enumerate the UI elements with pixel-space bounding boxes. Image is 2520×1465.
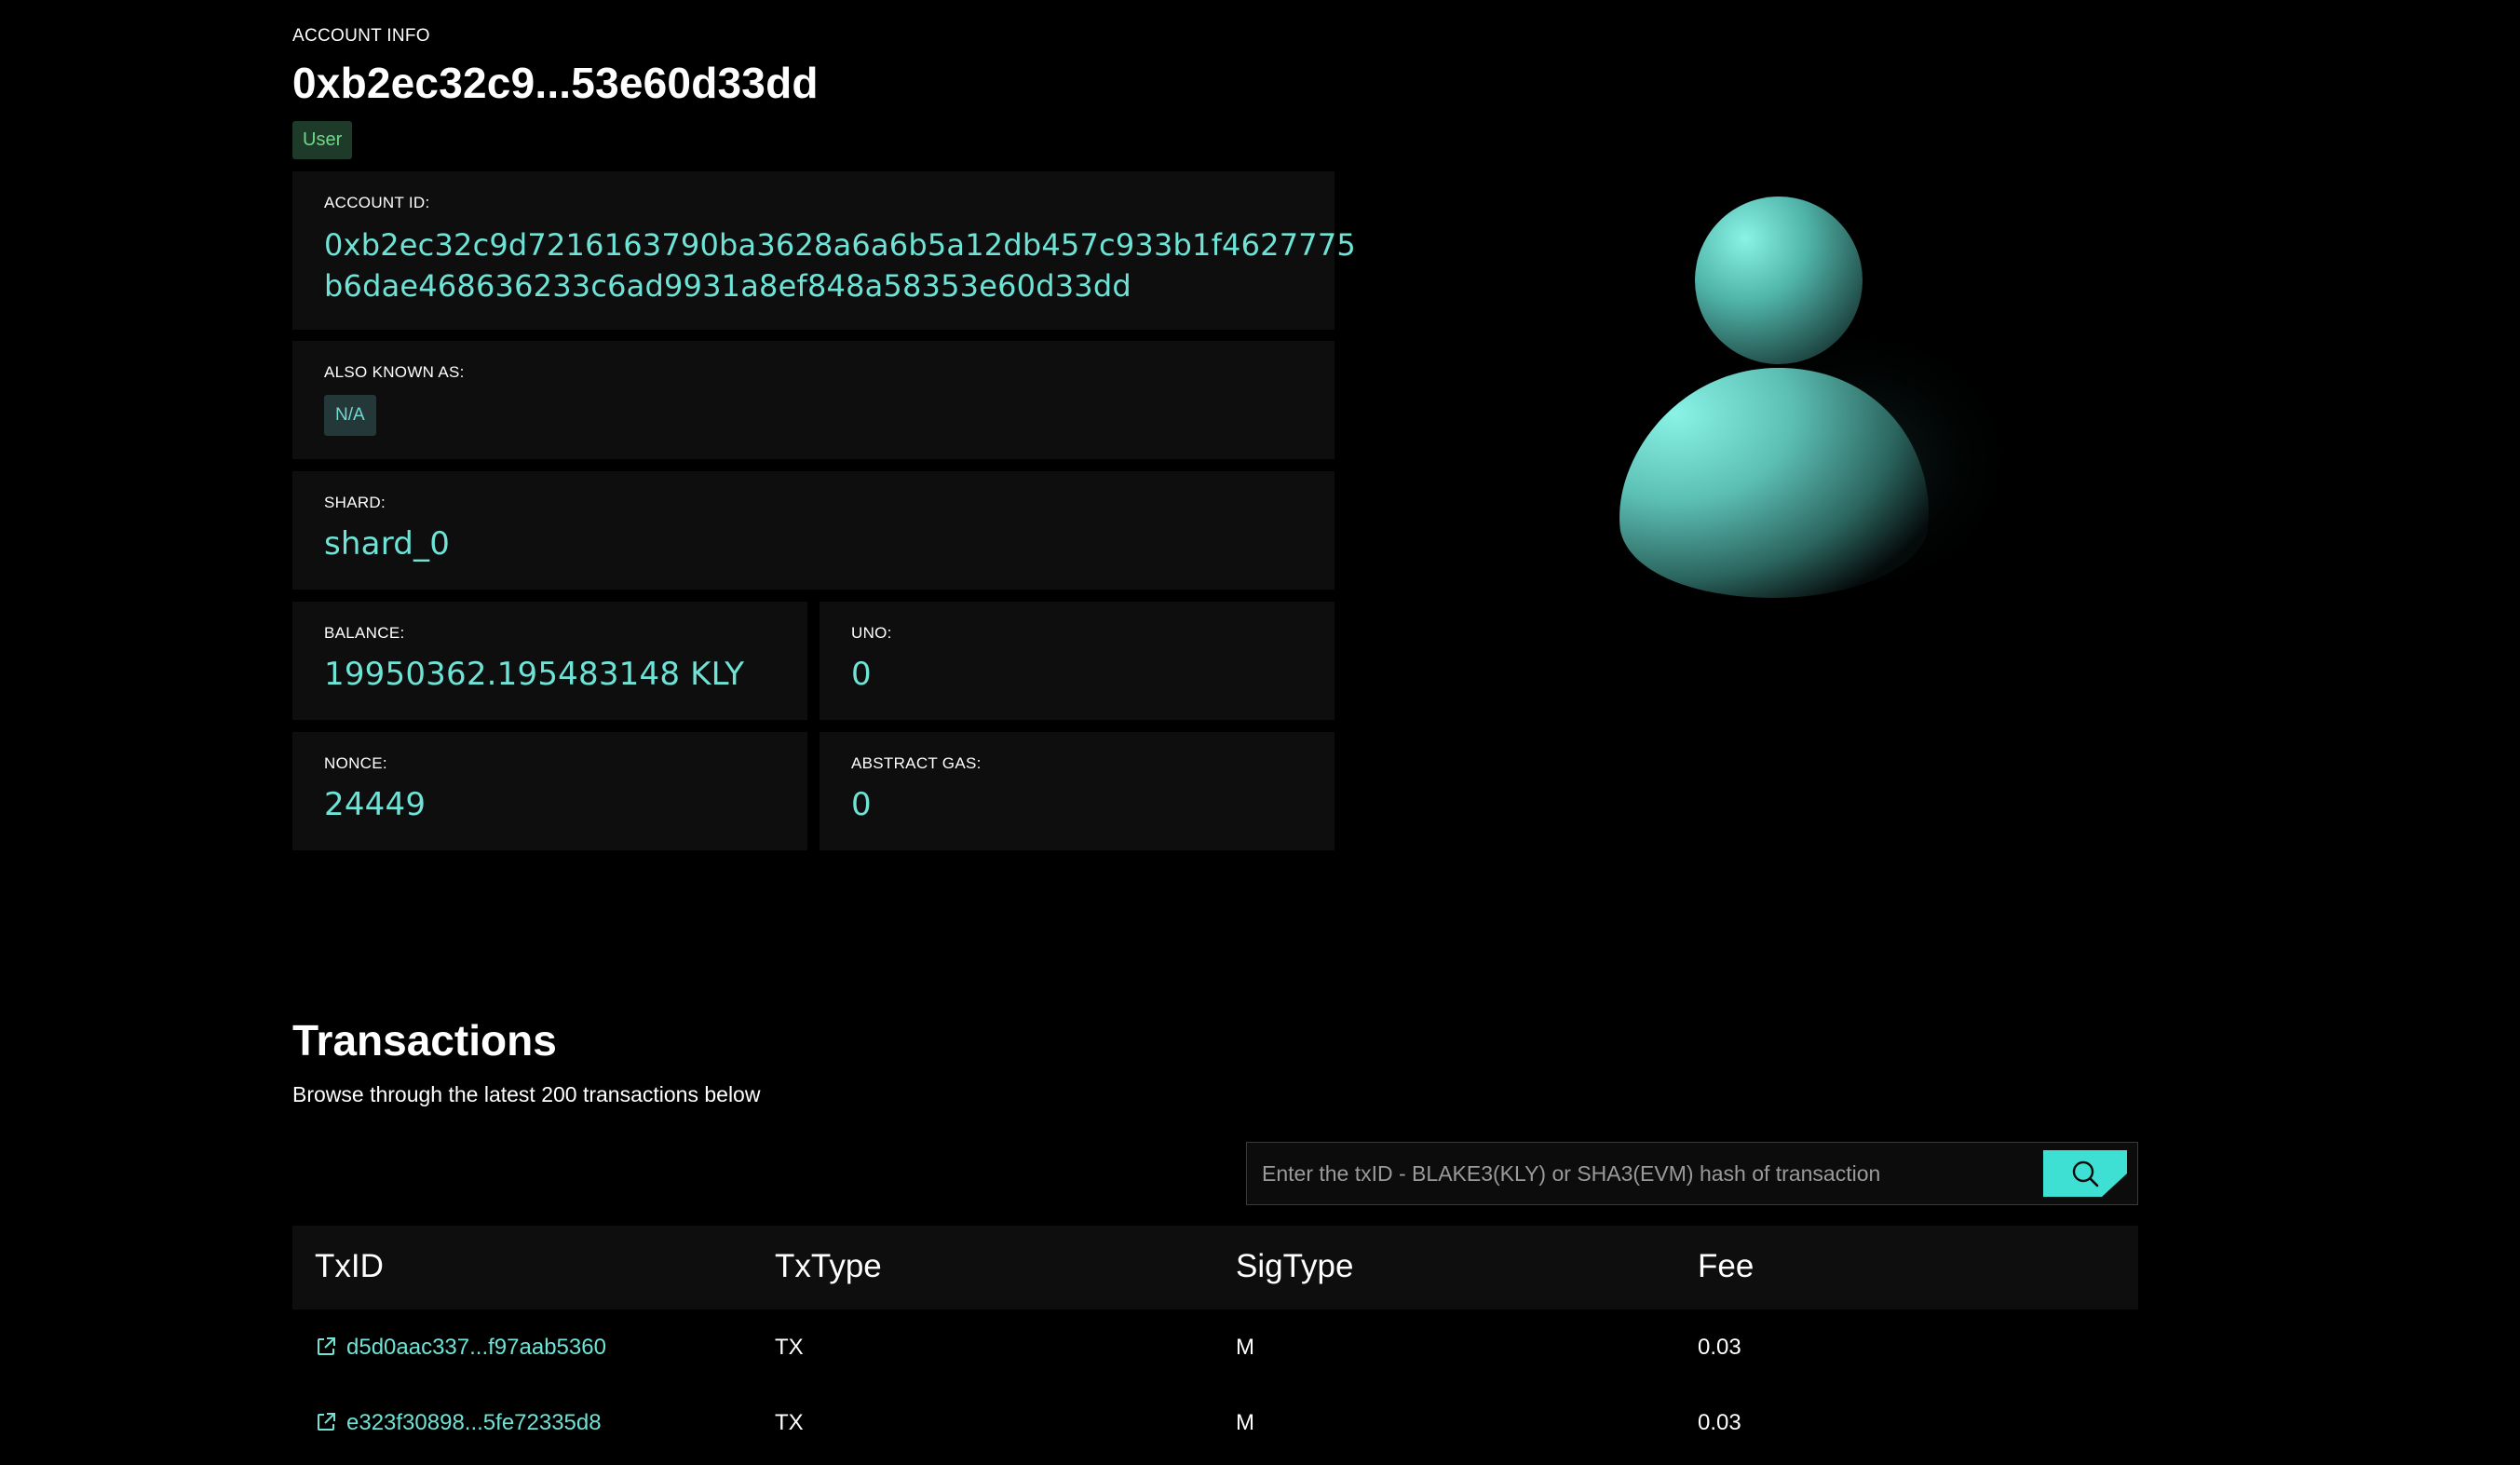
- column-header-txid[interactable]: TxID: [315, 1248, 384, 1285]
- external-link-icon: [318, 1336, 335, 1355]
- fee-cell: 0.03: [1698, 1335, 1741, 1360]
- transactions-subtitle: Browse through the latest 200 transactio…: [292, 1082, 761, 1106]
- abstract-gas-value: 0: [851, 786, 872, 823]
- fee-cell: 0.03: [1698, 1410, 1741, 1435]
- account-id-value-line2: b6dae468636233c6ad9931a8ef848a58353e60d3…: [324, 268, 1131, 304]
- abstract-gas-label: ABSTRACT GAS:: [851, 754, 982, 772]
- table-row: d5d0aac337...f97aab5360 TX M 0.03: [292, 1309, 2138, 1385]
- txtype-cell: TX: [775, 1335, 804, 1360]
- uno-label: UNO:: [851, 624, 892, 642]
- table-row: e323f30898...5fe72335d8 TX M 0.03: [292, 1385, 2138, 1460]
- tx-search-input[interactable]: [1262, 1152, 2035, 1195]
- alias-chip: N/A: [324, 395, 376, 436]
- account-id-card: ACCOUNT ID: 0xb2ec32c9d7216163790ba3628a…: [292, 171, 1356, 330]
- shard-card: SHARD: shard_0: [292, 471, 1335, 590]
- balance-label: BALANCE:: [324, 624, 405, 642]
- external-link-icon: [318, 1412, 335, 1431]
- account-header: ACCOUNT INFO 0xb2ec32c9...53e60d33dd Use…: [292, 26, 819, 159]
- role-badge: User: [292, 121, 353, 159]
- tx-search-bar: [1246, 1142, 2138, 1205]
- txid-link[interactable]: e323f30898...5fe72335d8: [315, 1385, 602, 1460]
- also-known-as-label: ALSO KNOWN AS:: [324, 363, 465, 381]
- nonce-value: 24449: [324, 786, 427, 823]
- shard-label: SHARD:: [324, 494, 386, 511]
- balance-card: BALANCE: 19950362.195483148 KLY: [292, 602, 807, 720]
- transactions-table: TxID TxType SigType Fee d5d0aac337...f97…: [292, 1226, 2138, 1460]
- txid-link[interactable]: d5d0aac337...f97aab5360: [315, 1309, 606, 1385]
- account-id-label: ACCOUNT ID:: [324, 194, 430, 211]
- transactions-title: Transactions: [292, 1016, 557, 1065]
- shard-value: shard_0: [324, 525, 451, 563]
- abstract-gas-card: ABSTRACT GAS: 0: [820, 732, 1335, 850]
- table-header: TxID TxType SigType Fee: [292, 1226, 2138, 1309]
- search-button[interactable]: [2043, 1150, 2127, 1197]
- also-known-as-card: ALSO KNOWN AS: N/A: [292, 341, 1335, 459]
- txid-text: d5d0aac337...f97aab5360: [346, 1335, 606, 1360]
- column-header-fee[interactable]: Fee: [1698, 1248, 1754, 1285]
- txtype-cell: TX: [775, 1410, 804, 1435]
- sigtype-cell: M: [1236, 1335, 1254, 1360]
- sigtype-cell: M: [1236, 1410, 1254, 1435]
- nonce-card: NONCE: 24449: [292, 732, 807, 850]
- page-title: 0xb2ec32c9...53e60d33dd: [292, 59, 819, 107]
- search-icon: [2072, 1160, 2099, 1187]
- balance-value: 19950362.195483148 KLY: [324, 656, 745, 693]
- page-eyebrow: ACCOUNT INFO: [292, 26, 430, 46]
- uno-card: UNO: 0: [820, 602, 1335, 720]
- column-header-txtype[interactable]: TxType: [775, 1248, 882, 1285]
- nonce-label: NONCE:: [324, 754, 387, 772]
- uno-value: 0: [851, 656, 872, 693]
- account-page: ACCOUNT INFO 0xb2ec32c9...53e60d33dd Use…: [0, 0, 2520, 1465]
- column-header-sigtype[interactable]: SigType: [1236, 1248, 1353, 1285]
- txid-text: e323f30898...5fe72335d8: [346, 1410, 602, 1435]
- user-avatar-icon: [1583, 182, 2030, 629]
